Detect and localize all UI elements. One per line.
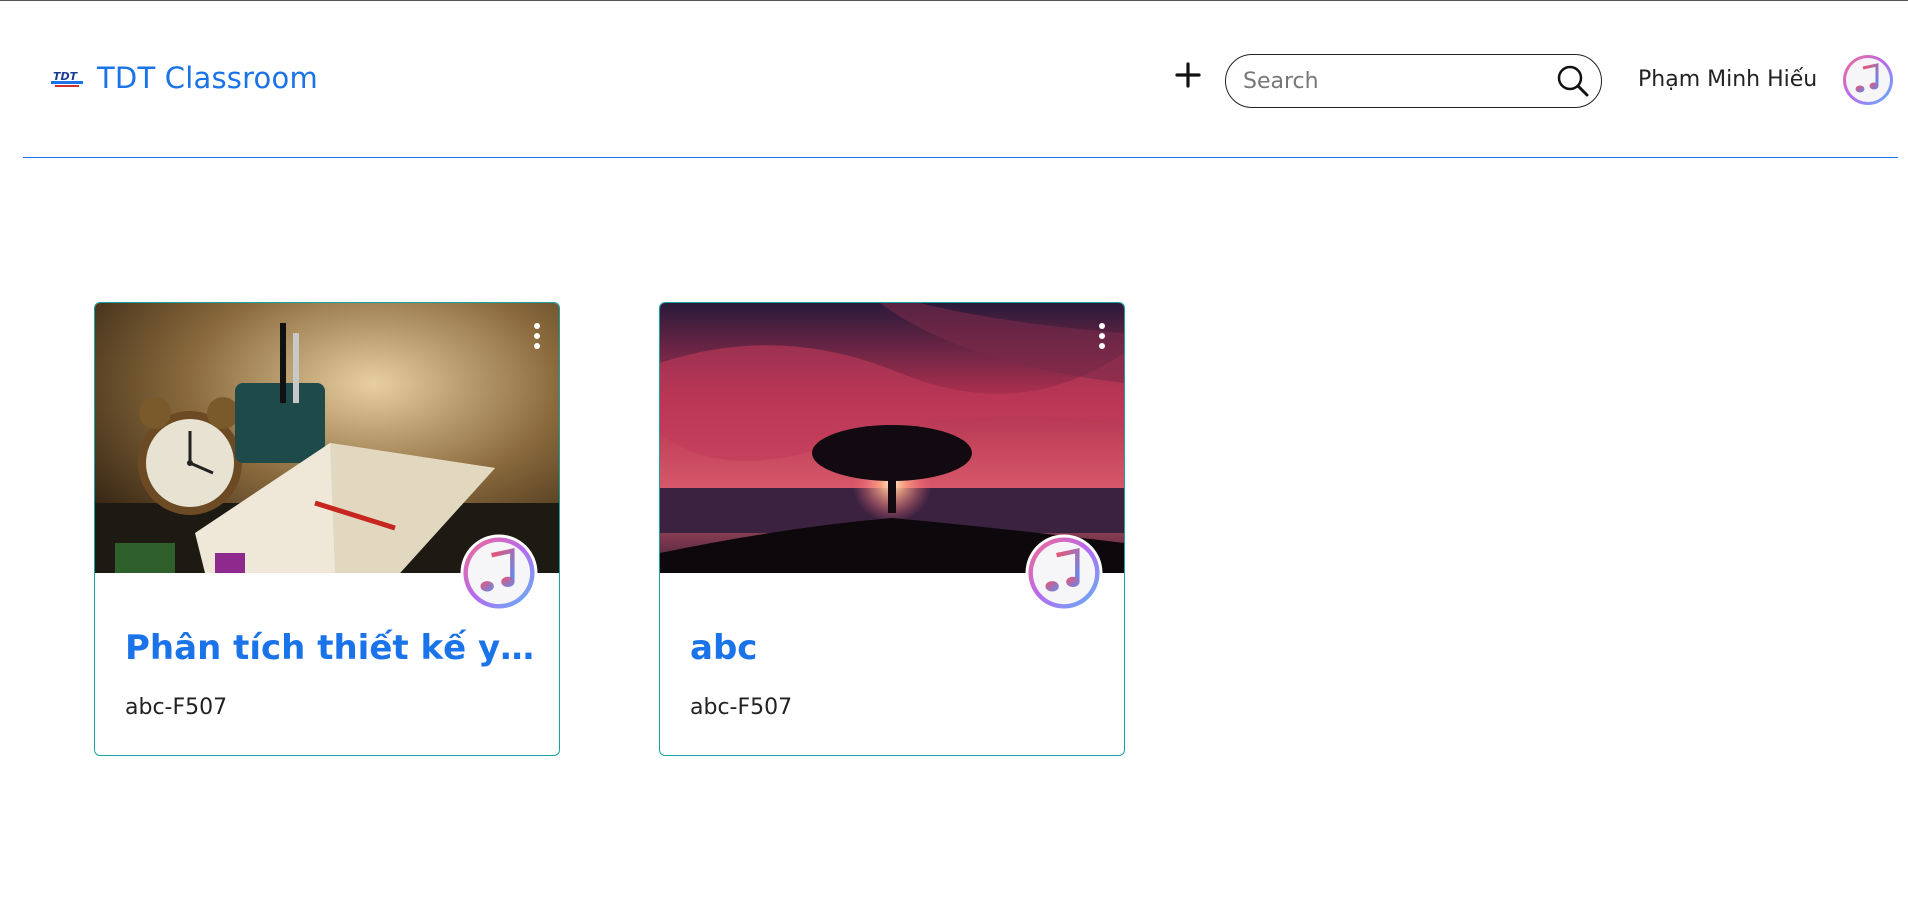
music-note-icon [1025, 534, 1103, 612]
user-avatar[interactable] [1841, 53, 1895, 107]
class-title[interactable]: abc [690, 628, 1100, 668]
brand-link[interactable]: TDT TDT Classroom [51, 61, 318, 95]
app-header: TDT TDT Classroom Phạm Minh Hiếu [23, 1, 1898, 158]
search-bar [1225, 54, 1602, 108]
tdt-logo-icon: TDT [51, 70, 83, 87]
class-card[interactable]: Phân tích thiết kế yêu ... abc-F507 [94, 302, 560, 756]
card-menu-button[interactable] [1096, 321, 1108, 351]
user-name: Phạm Minh Hiếu [1638, 67, 1818, 92]
add-class-button[interactable] [1168, 55, 1208, 95]
card-menu-button[interactable] [531, 321, 543, 351]
plus-icon [1175, 62, 1201, 88]
teacher-avatar [459, 533, 539, 613]
search-icon[interactable] [1555, 63, 1591, 99]
class-card[interactable]: abc abc-F507 [659, 302, 1125, 756]
teacher-avatar [1024, 533, 1104, 613]
kebab-menu-icon [1099, 323, 1105, 349]
music-note-icon [460, 534, 538, 612]
class-title[interactable]: Phân tích thiết kế yêu ... [125, 628, 535, 668]
class-code: abc-F507 [125, 695, 228, 720]
brand-name: TDT Classroom [97, 61, 318, 95]
kebab-menu-icon [534, 323, 540, 349]
music-note-icon [1843, 55, 1893, 105]
search-input[interactable] [1243, 68, 1555, 94]
class-code: abc-F507 [690, 695, 793, 720]
svg-text:TDT: TDT [53, 70, 79, 83]
